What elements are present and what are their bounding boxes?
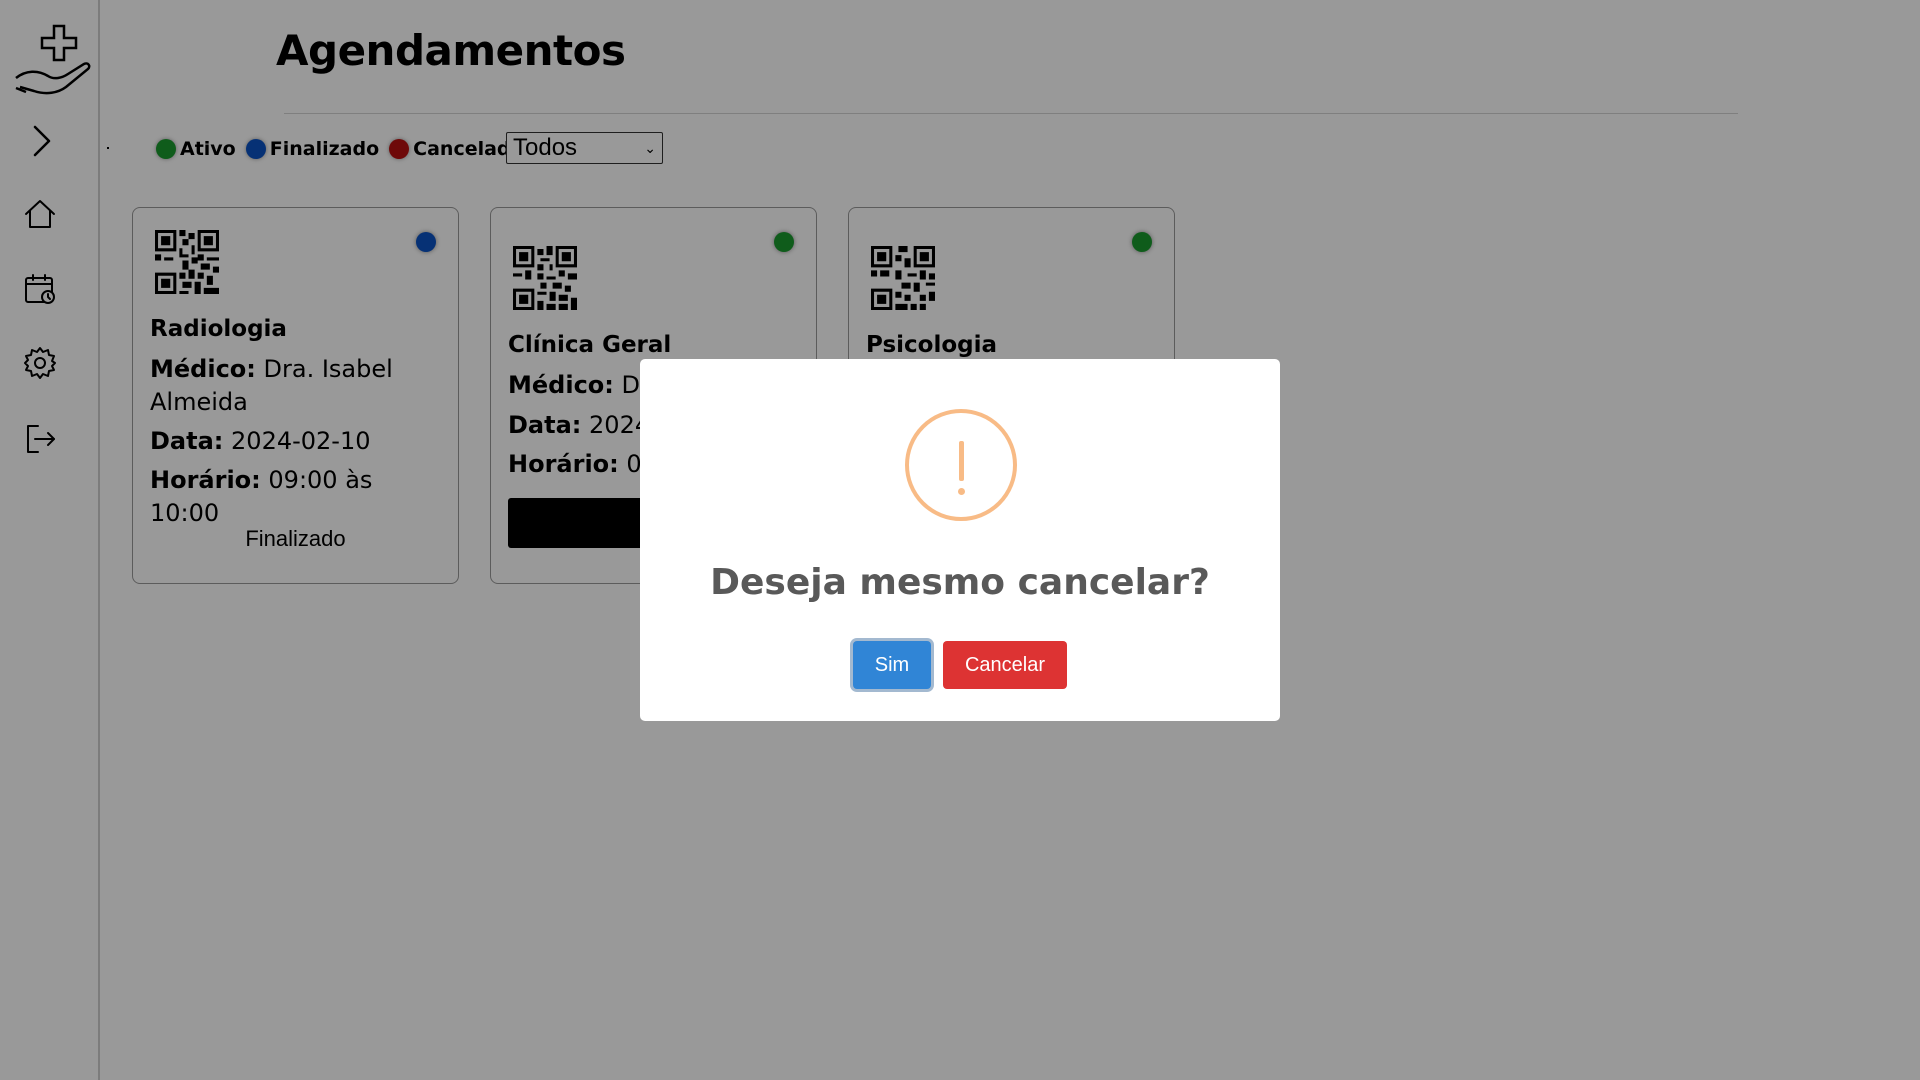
dialog-title: Deseja mesmo cancelar?	[710, 562, 1210, 603]
cancel-button[interactable]: Cancelar	[943, 641, 1067, 689]
confirm-dialog: Deseja mesmo cancelar? Sim Cancelar	[640, 359, 1280, 721]
warning-exclamation-bar	[959, 441, 964, 481]
warning-exclamation-dot	[958, 488, 965, 495]
dialog-actions: Sim Cancelar	[640, 641, 1280, 689]
confirm-button[interactable]: Sim	[853, 641, 931, 689]
warning-icon	[905, 409, 1017, 521]
